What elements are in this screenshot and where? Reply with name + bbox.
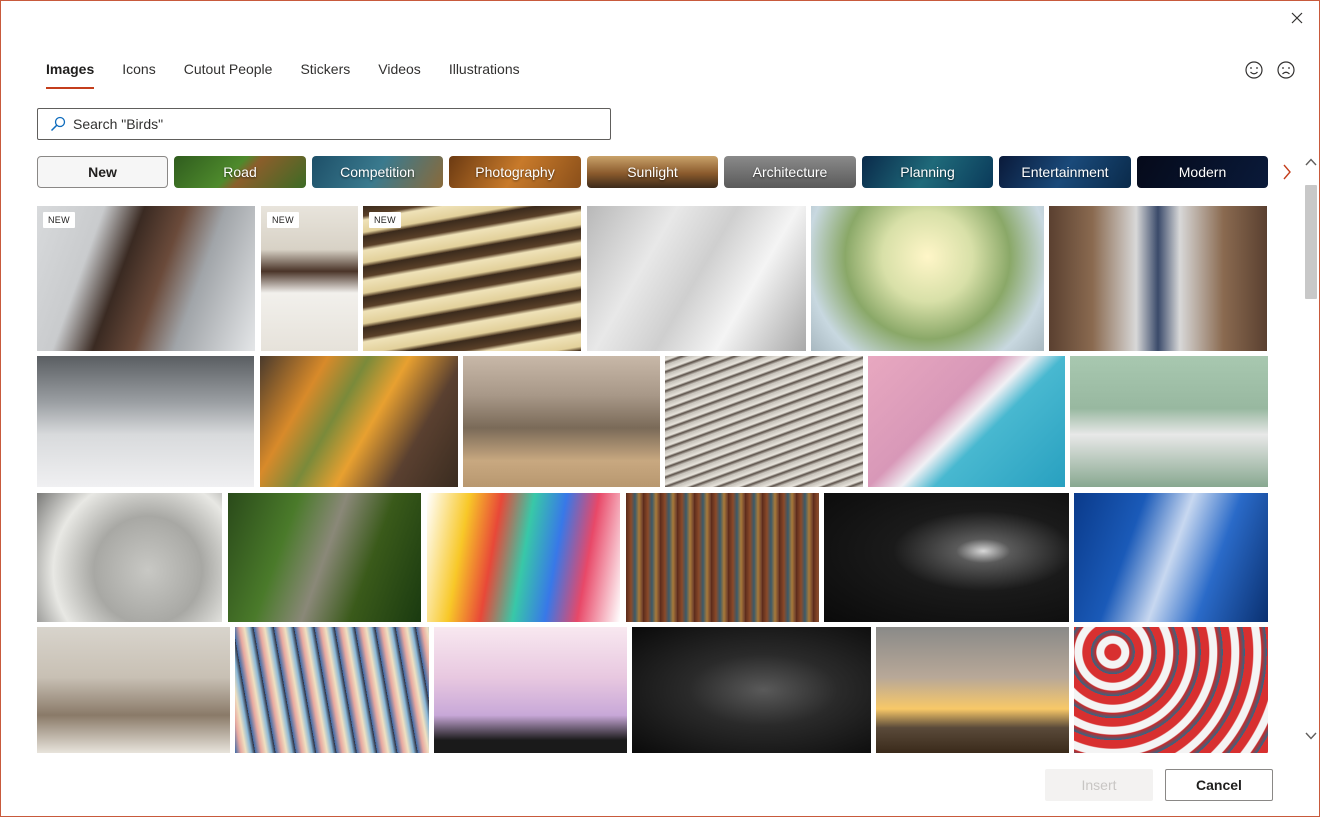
frown-feedback-button[interactable]: [1275, 59, 1297, 81]
image-thumbnail[interactable]: [868, 356, 1065, 487]
chip-photography[interactable]: Photography: [449, 156, 581, 188]
image-thumbnail[interactable]: [876, 627, 1069, 753]
image-thumbnail[interactable]: [1070, 356, 1268, 487]
chevron-right-icon: [1283, 164, 1291, 180]
image-thumbnail[interactable]: [665, 356, 863, 487]
image-thumbnail[interactable]: NEW: [363, 206, 581, 351]
scrollbar-thumb[interactable]: [1305, 185, 1317, 299]
image-thumbnail[interactable]: [37, 627, 230, 753]
image-thumbnail[interactable]: [1074, 493, 1268, 622]
image-thumbnail[interactable]: [811, 206, 1044, 351]
smile-feedback-button[interactable]: [1243, 59, 1265, 81]
image-thumbnail[interactable]: [235, 627, 429, 753]
search-icon: [50, 116, 66, 132]
chevron-down-icon: [1305, 732, 1317, 740]
image-thumbnail[interactable]: [1049, 206, 1267, 351]
image-thumbnail[interactable]: [626, 493, 819, 622]
vertical-scrollbar[interactable]: [1302, 153, 1320, 745]
cancel-button[interactable]: Cancel: [1165, 769, 1273, 801]
tab-images[interactable]: Images: [37, 57, 103, 89]
image-thumbnail[interactable]: [1074, 627, 1268, 753]
image-thumbnail[interactable]: [587, 206, 806, 351]
image-thumbnail[interactable]: [632, 627, 871, 753]
search-input[interactable]: Search "Birds": [37, 108, 611, 140]
chip-road[interactable]: Road: [174, 156, 306, 188]
frown-icon: [1277, 61, 1295, 79]
stock-images-dialog: Images Icons Cutout People Stickers Vide…: [0, 0, 1320, 817]
tab-videos[interactable]: Videos: [369, 57, 430, 89]
new-badge: NEW: [43, 212, 75, 228]
image-thumbnail[interactable]: [427, 493, 620, 622]
image-thumbnail[interactable]: [37, 493, 222, 622]
image-thumbnail[interactable]: [463, 356, 660, 487]
new-badge: NEW: [267, 212, 299, 228]
chip-modern[interactable]: Modern: [1137, 156, 1268, 188]
chip-planning[interactable]: Planning: [862, 156, 993, 188]
chip-new[interactable]: New: [37, 156, 168, 188]
new-badge: NEW: [369, 212, 401, 228]
close-button[interactable]: [1285, 7, 1309, 29]
tab-stickers[interactable]: Stickers: [291, 57, 359, 89]
insert-button[interactable]: Insert: [1045, 769, 1153, 801]
search-placeholder: Search "Birds": [73, 116, 164, 132]
close-icon: [1291, 12, 1303, 24]
image-thumbnail[interactable]: [824, 493, 1069, 622]
image-thumbnail[interactable]: [434, 627, 627, 753]
chip-architecture[interactable]: Architecture: [724, 156, 856, 188]
scroll-up-button[interactable]: [1302, 153, 1320, 171]
chips-next-button[interactable]: [1277, 160, 1297, 184]
image-thumbnail[interactable]: [228, 493, 421, 622]
image-thumbnail[interactable]: [260, 356, 458, 487]
image-thumbnail[interactable]: NEW: [261, 206, 358, 351]
chip-entertainment[interactable]: Entertainment: [999, 156, 1131, 188]
tab-illustrations[interactable]: Illustrations: [440, 57, 529, 89]
smile-icon: [1245, 61, 1263, 79]
tab-icons[interactable]: Icons: [113, 57, 164, 89]
chip-competition[interactable]: Competition: [312, 156, 443, 188]
chip-sunlight[interactable]: Sunlight: [587, 156, 718, 188]
scroll-down-button[interactable]: [1302, 727, 1320, 745]
image-thumbnail[interactable]: NEW: [37, 206, 255, 351]
image-thumbnail[interactable]: [37, 356, 254, 487]
chevron-up-icon: [1305, 158, 1317, 166]
tab-bar: Images Icons Cutout People Stickers Vide…: [37, 57, 539, 91]
tab-cutout-people[interactable]: Cutout People: [175, 57, 282, 89]
